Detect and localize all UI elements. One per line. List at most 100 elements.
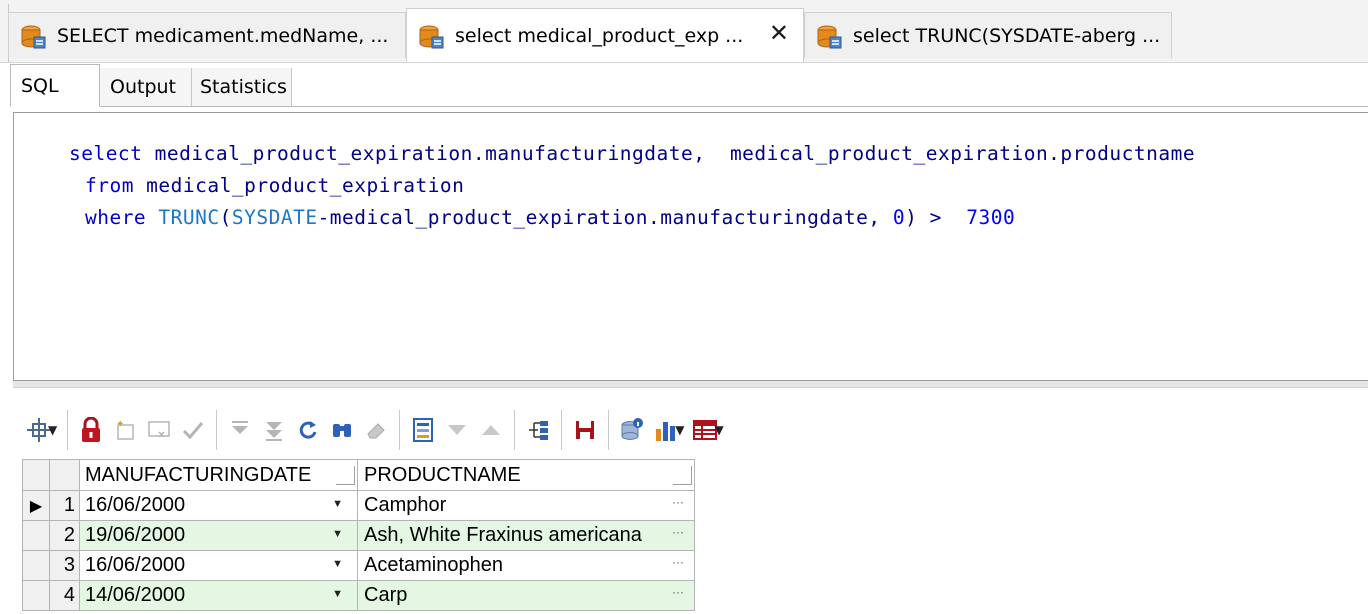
svg-text:✦: ✦	[116, 419, 124, 430]
row-number: 1	[49, 490, 80, 521]
close-tab-icon[interactable]: ✕	[769, 21, 789, 45]
column-resize-handle[interactable]	[336, 466, 355, 485]
tree-view-icon[interactable]	[521, 410, 555, 450]
grid-corner-number	[49, 459, 80, 491]
cell-value: Acetaminophen	[364, 554, 503, 576]
cell-value: 14/06/2000	[85, 584, 186, 606]
cell-productname[interactable]: Acetaminophen ···	[357, 550, 695, 581]
insert-record-icon[interactable]: ✦	[108, 410, 142, 450]
refresh-icon[interactable]	[291, 410, 325, 450]
sql-function: TRUNC	[158, 206, 220, 229]
grid-corner	[22, 459, 50, 491]
database-query-icon	[817, 25, 842, 48]
record-view-icon[interactable]	[406, 410, 440, 450]
toolbar-separator	[561, 410, 563, 450]
lock-icon[interactable]	[74, 410, 108, 450]
tab-output-label: Output	[110, 76, 176, 98]
doc-tab-select-medical-product[interactable]: select medical_product_exp ... ✕	[406, 8, 804, 62]
toolbar-separator	[67, 410, 69, 450]
row-number: 2	[49, 520, 80, 551]
filter-down-icon[interactable]	[440, 410, 474, 450]
sql-line-3: where TRUNC(SYSDATE-medical_product_expi…	[36, 183, 1015, 252]
toolbar-separator	[608, 410, 610, 450]
delete-record-icon[interactable]	[142, 410, 176, 450]
cell-manufacturingdate[interactable]: 14/06/2000 ▼	[79, 580, 358, 611]
cell-value: 19/06/2000	[85, 524, 186, 546]
cell-manufacturingdate[interactable]: 19/06/2000 ▼	[79, 520, 358, 551]
row-indicator	[22, 550, 50, 581]
eraser-icon[interactable]	[359, 410, 393, 450]
sql-text: (	[219, 206, 232, 229]
sql-number: 7300	[966, 206, 1016, 229]
date-dropdown-icon[interactable]: ▼	[332, 528, 343, 540]
toolbar-separator	[216, 410, 218, 450]
document-tab-bar: SELECT medicament.medName, ... select me…	[0, 0, 1368, 63]
database-query-icon	[419, 25, 444, 48]
editor-results-splitter[interactable]	[13, 380, 1368, 388]
cell-manufacturingdate[interactable]: 16/06/2000 ▼	[79, 490, 358, 521]
sql-text: ) >	[905, 206, 967, 229]
tab-sql-label: SQL	[21, 74, 59, 97]
database-info-icon[interactable]	[615, 410, 649, 450]
sql-editor[interactable]: select medical_product_expiration.manufa…	[13, 112, 1368, 381]
results-grid: MANUFACTURINGDATE PRODUCTNAME ▶ 1 16/06/…	[22, 459, 695, 611]
chevron-down-icon[interactable]: ▼	[675, 423, 684, 437]
fetch-all-icon[interactable]	[257, 410, 291, 450]
filter-up-icon[interactable]	[474, 410, 508, 450]
row-pointer-icon: ▶	[29, 498, 43, 515]
save-icon[interactable]	[568, 410, 602, 450]
cell-manufacturingdate[interactable]: 16/06/2000 ▼	[79, 550, 358, 581]
row-indicator	[22, 520, 50, 551]
cell-productname[interactable]: Ash, White Fraxinus americana ···	[357, 520, 695, 551]
sql-number: 0	[892, 206, 906, 229]
tab-sql[interactable]: SQL	[10, 64, 100, 107]
column-resize-handle[interactable]	[673, 466, 692, 485]
row-number: 4	[49, 580, 80, 611]
chevron-down-icon[interactable]: ▼	[714, 423, 723, 437]
table-row[interactable]: 3 16/06/2000 ▼ Acetaminophen ···	[22, 550, 695, 581]
table-row[interactable]: 4 14/06/2000 ▼ Carp ···	[22, 580, 695, 611]
chevron-down-icon[interactable]: ▼	[48, 423, 57, 437]
ellipsis-icon[interactable]: ···	[672, 525, 684, 539]
column-header-productname[interactable]: PRODUCTNAME	[357, 459, 695, 491]
row-number: 3	[49, 550, 80, 581]
table-row[interactable]: ▶ 1 16/06/2000 ▼ Camphor ···	[22, 490, 695, 521]
toolbar-separator	[514, 410, 516, 450]
tab-statistics-label: Statistics	[200, 76, 287, 98]
cell-value: Ash, White Fraxinus americana	[364, 524, 642, 546]
cell-value: Camphor	[364, 494, 447, 516]
cell-value: Carp	[364, 584, 408, 606]
date-dropdown-icon[interactable]: ▼	[332, 588, 343, 600]
column-header-label: PRODUCTNAME	[364, 463, 521, 486]
tab-output[interactable]: Output	[100, 68, 192, 106]
tab-statistics[interactable]: Statistics	[192, 68, 292, 106]
doc-tab-select-trunc[interactable]: select TRUNC(SYSDATE-aberg ...	[804, 12, 1172, 58]
cell-value: 16/06/2000	[85, 494, 186, 516]
toolbar-separator	[399, 410, 401, 450]
editor-sub-tabs: SQL Output Statistics	[10, 64, 1368, 107]
column-header-manufacturingdate[interactable]: MANUFACTURINGDATE	[79, 459, 358, 491]
doc-tab-label: SELECT medicament.medName, ...	[57, 24, 389, 47]
row-indicator	[22, 580, 50, 611]
cell-value: 16/06/2000	[85, 554, 186, 576]
grid-header-row: MANUFACTURINGDATE PRODUCTNAME	[22, 459, 695, 491]
date-dropdown-icon[interactable]: ▼	[332, 558, 343, 570]
ellipsis-icon[interactable]: ···	[672, 555, 684, 569]
doc-tab-label: select TRUNC(SYSDATE-aberg ...	[853, 24, 1161, 47]
ellipsis-icon[interactable]: ···	[672, 585, 684, 599]
column-header-label: MANUFACTURINGDATE	[85, 463, 312, 486]
current-row-indicator: ▶	[22, 490, 50, 521]
date-dropdown-icon[interactable]: ▼	[332, 498, 343, 510]
sql-function: SYSDATE	[231, 206, 318, 229]
results-toolbar: ▼ ✦ ▼ ▼	[22, 404, 1022, 456]
find-binoculars-icon[interactable]	[325, 410, 359, 450]
doc-tab-select-medicament[interactable]: SELECT medicament.medName, ...	[8, 12, 406, 58]
doc-tab-label: select medical_product_exp ...	[455, 24, 744, 47]
ellipsis-icon[interactable]: ···	[672, 495, 684, 509]
database-query-icon	[21, 25, 46, 48]
post-edit-icon[interactable]	[176, 410, 210, 450]
cell-productname[interactable]: Carp ···	[357, 580, 695, 611]
table-row[interactable]: 2 19/06/2000 ▼ Ash, White Fraxinus americ…	[22, 520, 695, 551]
cell-productname[interactable]: Camphor ···	[357, 490, 695, 521]
fetch-next-icon[interactable]	[223, 410, 257, 450]
